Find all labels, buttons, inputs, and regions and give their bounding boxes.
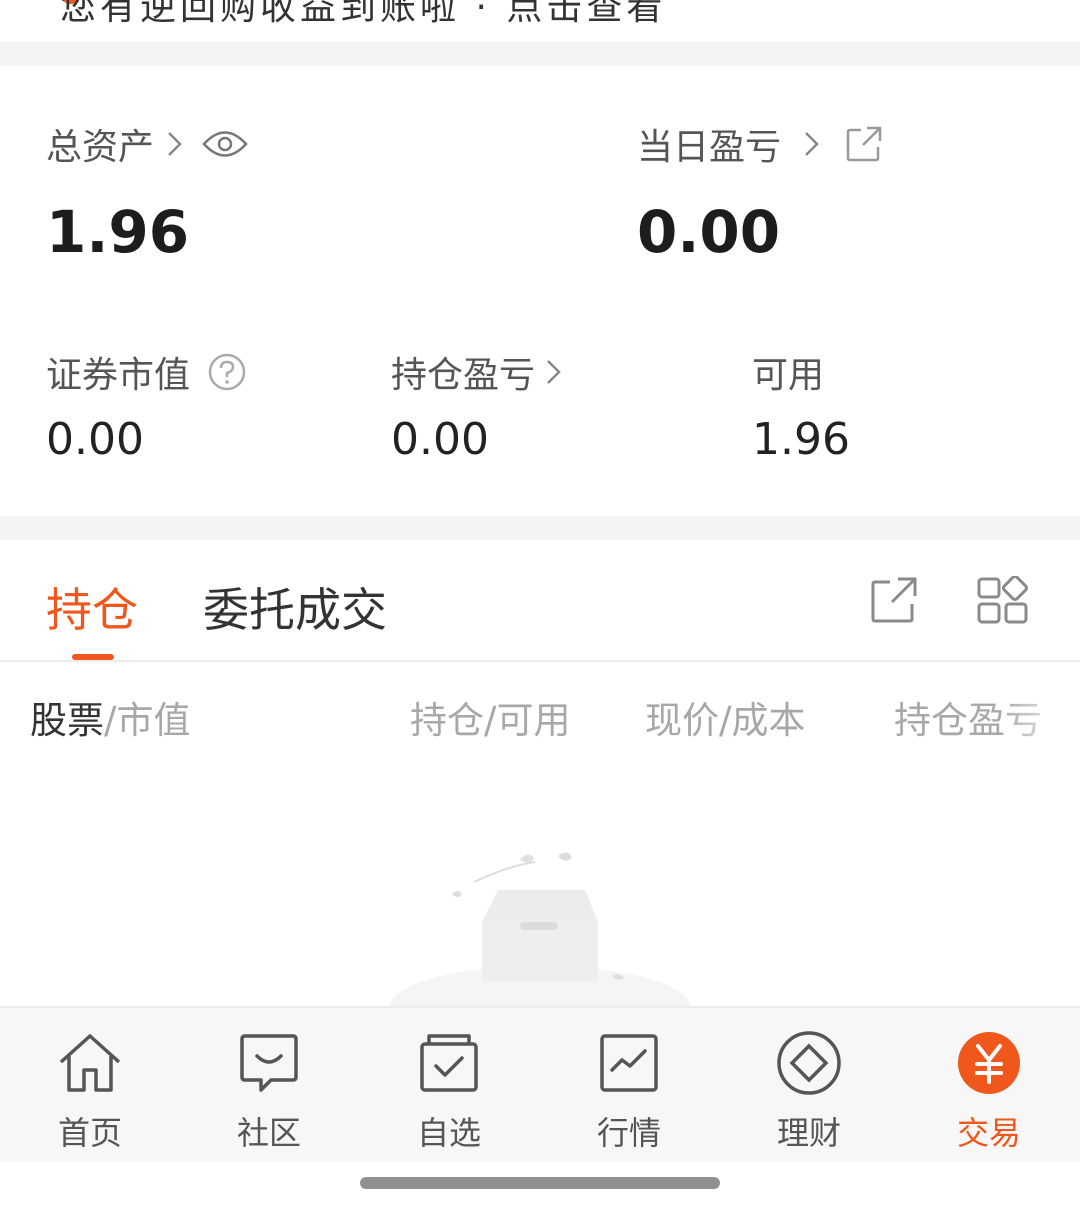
chat-icon bbox=[234, 1028, 304, 1098]
banner-text: 您有逆回购收益到账啦 · 点击查看 bbox=[60, 0, 667, 28]
tab-holdings[interactable]: 持仓 bbox=[46, 574, 138, 640]
market-value-label-row: 证券市值 bbox=[46, 346, 246, 398]
tab-orders-trades[interactable]: 委托成交 bbox=[203, 574, 387, 640]
daily-pnl-label-row[interactable]: 当日盈亏 bbox=[637, 118, 883, 170]
section-gap bbox=[0, 42, 1080, 66]
home-indicator[interactable] bbox=[360, 1177, 720, 1189]
tab-divider bbox=[0, 660, 1080, 662]
tabbar-item-wealth[interactable]: 理财 bbox=[749, 1028, 869, 1154]
chevron-right-icon bbox=[803, 129, 821, 159]
total-assets-label-row[interactable]: 总资产 bbox=[46, 118, 248, 170]
help-icon[interactable] bbox=[208, 353, 246, 391]
tabbar-label: 理财 bbox=[776, 1114, 841, 1152]
watchlist-icon bbox=[414, 1028, 484, 1098]
total-assets-label: 总资产 bbox=[46, 127, 155, 168]
column-header-stock-sub: /市值 bbox=[104, 699, 191, 742]
available-label: 可用 bbox=[752, 346, 824, 398]
tabbar-item-home[interactable]: 首页 bbox=[30, 1028, 150, 1154]
assets-summary: 总资产 1.96 当日盈亏 0.00 证券市值 0.00 持仓盈亏 0.00 可… bbox=[0, 66, 1080, 516]
scroll-fade bbox=[1000, 680, 1080, 740]
tabbar-item-trade[interactable]: 交易 bbox=[929, 1028, 1049, 1154]
tabbar-label: 首页 bbox=[57, 1114, 122, 1152]
top-banner[interactable]: 您有逆回购收益到账啦 · 点击查看 bbox=[0, 0, 1080, 42]
tabbar-item-watchlist[interactable]: 自选 bbox=[389, 1028, 509, 1154]
available-value: 1.96 bbox=[752, 414, 850, 465]
total-assets-value: 1.96 bbox=[46, 198, 190, 266]
section-gap bbox=[0, 516, 1080, 540]
position-pnl-value: 0.00 bbox=[391, 414, 489, 465]
available-label-text: 可用 bbox=[752, 355, 825, 396]
column-header-holding: 持仓/可用 bbox=[410, 699, 571, 742]
bottom-tab-bar: 首页 社区 自选 行情 理财 交易 bbox=[0, 1006, 1080, 1162]
share-icon[interactable] bbox=[845, 125, 883, 163]
grid-layout-icon[interactable] bbox=[976, 575, 1028, 630]
position-pnl-label-row[interactable]: 持仓盈亏 bbox=[391, 346, 563, 398]
market-value-value: 0.00 bbox=[46, 414, 144, 465]
empty-box-illustration bbox=[390, 840, 690, 1046]
market-value-label: 证券市值 bbox=[46, 355, 191, 396]
tabbar-label: 交易 bbox=[956, 1114, 1021, 1152]
chevron-right-icon bbox=[166, 129, 184, 159]
daily-pnl-label: 当日盈亏 bbox=[637, 127, 782, 168]
home-icon bbox=[55, 1028, 125, 1098]
column-header-price: 现价/成本 bbox=[645, 699, 806, 742]
tabbar-label: 自选 bbox=[416, 1114, 481, 1152]
daily-pnl-value: 0.00 bbox=[637, 198, 781, 266]
diamond-icon bbox=[774, 1028, 844, 1098]
tabbar-item-market[interactable]: 行情 bbox=[569, 1028, 689, 1154]
positions-panel: 持仓 委托成交 股票/市值 持仓/可用 现价/成本 持仓盈亏 bbox=[0, 540, 1080, 1046]
tabbar-item-community[interactable]: 社区 bbox=[209, 1028, 329, 1154]
share-icon[interactable] bbox=[870, 576, 918, 628]
eye-icon[interactable] bbox=[202, 129, 248, 159]
tabbar-label: 行情 bbox=[596, 1114, 661, 1152]
yen-icon bbox=[954, 1028, 1024, 1098]
market-chart-icon bbox=[594, 1028, 664, 1098]
tabbar-label: 社区 bbox=[236, 1114, 301, 1152]
position-pnl-label: 持仓盈亏 bbox=[391, 355, 536, 396]
chevron-right-icon bbox=[545, 357, 563, 387]
column-header-stock: 股票/市值 bbox=[30, 690, 190, 744]
column-header-stock-main: 股票 bbox=[30, 699, 104, 742]
